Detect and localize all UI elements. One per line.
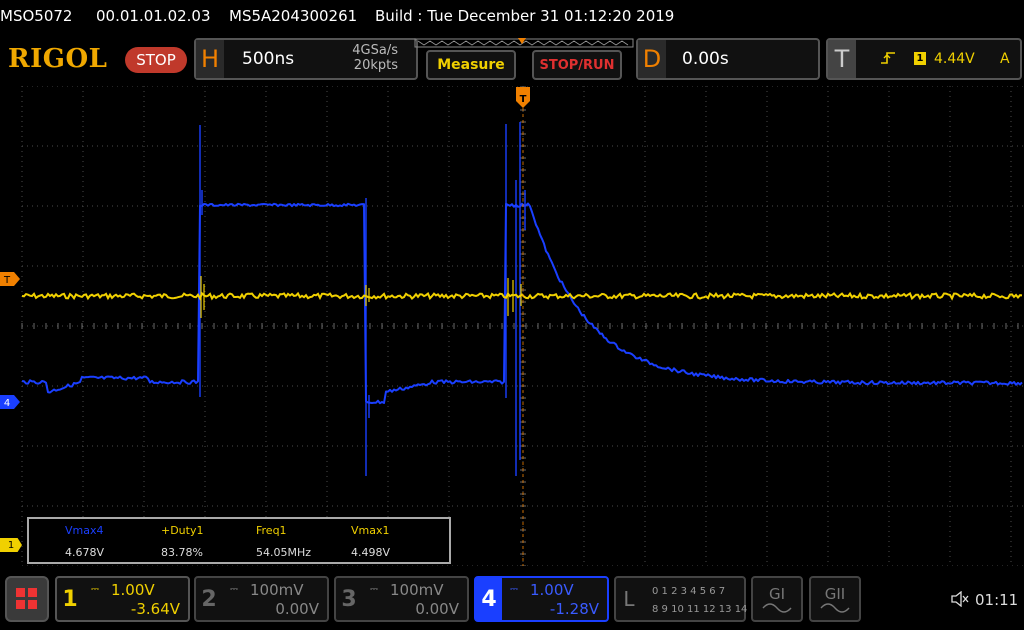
serial-number: MS5A204300261 — [229, 7, 358, 25]
trigger-source-badge: 1 — [914, 52, 926, 65]
ch4-ground-marker[interactable]: 4 — [0, 395, 20, 409]
meas-value-4: 4.498V — [351, 546, 391, 559]
run-status-badge: STOP — [125, 47, 187, 73]
rigol-logo: RIGOL — [8, 44, 108, 74]
sample-rate: 4GSa/s — [352, 43, 398, 58]
horizontal-label: H — [196, 40, 224, 78]
dc-coupling-icon: ⎓ — [230, 584, 238, 595]
firmware-version: 00.01.01.02.03 — [96, 7, 211, 25]
measurement-panel[interactable]: Vmax4 4.678V +Duty1 83.78% Freq1 54.05MH… — [27, 517, 451, 564]
memory-position-indicator — [414, 38, 634, 48]
channel-4-scale: 1.00V — [530, 581, 574, 599]
trigger-level-marker-label: T — [3, 275, 11, 286]
dc-coupling-icon: ⎓ — [370, 584, 378, 595]
sample-rate-info: 4GSa/s 20kpts — [352, 43, 398, 73]
ch1-reference-marker: 1 — [0, 538, 22, 552]
logic-label: L — [623, 587, 635, 611]
logic-channels-panel[interactable]: L 0 1 2 3 4 5 6 7 8 9 10 11 12 13 14 15 — [614, 576, 763, 622]
channel-1-offset: -3.64V — [130, 600, 180, 618]
delay-value: 0.00s — [682, 49, 729, 69]
channel-3-scale: 100mV — [390, 581, 444, 599]
channel-3-panel[interactable]: 3 ⎓ 100mV 0.00V — [334, 576, 469, 622]
meas-label-1: Vmax4 — [65, 524, 104, 537]
trigger-level-marker[interactable]: T — [0, 272, 20, 286]
logic-row-2: 8 9 10 11 12 13 14 15 — [652, 604, 764, 615]
ch1-trace — [21, 291, 1023, 301]
waveform-display[interactable]: T T 4 — [0, 86, 1024, 566]
bottom-channel-bar: 1 ⎓ 1.00V -3.64V 2 ⎓ 100mV 0.00V 3 ⎓ 100… — [0, 572, 1024, 630]
speaker-muted-icon[interactable] — [950, 590, 970, 611]
model-name: MSO5072 — [0, 7, 73, 25]
trigger-level: 4.44V — [934, 51, 975, 67]
trigger-label: T — [828, 40, 856, 78]
build-info: Build : Tue December 31 01:12:20 2019 — [375, 7, 675, 25]
logic-row-1: 0 1 2 3 4 5 6 7 — [652, 586, 726, 597]
generator-1-button[interactable]: GI — [751, 576, 803, 622]
title-bar: MSO5072 00.01.01.02.03 MS5A204300261 Bui… — [0, 0, 1024, 34]
channel-2-panel[interactable]: 2 ⎓ 100mV 0.00V — [194, 576, 329, 622]
channel-3-offset: 0.00V — [415, 600, 459, 618]
measure-button[interactable]: Measure — [426, 50, 516, 80]
meas-label-3: Freq1 — [256, 524, 287, 537]
channel-1-panel[interactable]: 1 ⎓ 1.00V -3.64V — [55, 576, 190, 622]
trigger-mode: A — [1000, 51, 1010, 67]
channel-2-scale: 100mV — [250, 581, 304, 599]
sine-wave-icon — [762, 603, 792, 613]
meas-label-4: Vmax1 — [351, 524, 390, 537]
ch4-trace — [21, 202, 1023, 405]
meas-value-1: 4.678V — [65, 546, 105, 559]
meas-label-2: +Duty1 — [161, 524, 204, 537]
ch4-spikes — [199, 122, 526, 476]
channel-4-offset: -1.28V — [549, 600, 599, 618]
channel-4-number: 4 — [476, 578, 502, 620]
dc-coupling-icon: ⎓ — [510, 584, 518, 595]
memory-depth: 20kpts — [353, 58, 398, 73]
rising-edge-icon — [880, 50, 896, 70]
svg-text:T: T — [520, 94, 527, 105]
channel-2-number: 2 — [201, 586, 217, 612]
generator-1-label: GI — [768, 585, 786, 603]
dc-coupling-icon: ⎓ — [91, 584, 99, 595]
trigger-panel[interactable]: T 1 4.44V A — [826, 38, 1022, 80]
meas-value-2: 83.78% — [161, 546, 203, 559]
channel-3-number: 3 — [341, 586, 357, 612]
top-control-bar: RIGOL STOP H 500ns 4GSa/s 20kpts Measure… — [0, 36, 1024, 84]
horizontal-panel[interactable]: H 500ns 4GSa/s 20kpts — [194, 38, 418, 80]
system-clock: 01:11 — [975, 591, 1019, 609]
ch1-ringing — [200, 276, 522, 318]
meas-value-3: 54.05MHz — [256, 546, 312, 559]
generator-2-label: GII — [824, 585, 846, 603]
channel-4-panel[interactable]: 4 ⎓ 1.00V -1.28V — [474, 576, 609, 622]
channel-2-offset: 0.00V — [275, 600, 319, 618]
grid-menu-icon — [16, 588, 37, 609]
stop-run-button[interactable]: STOP/RUN — [532, 50, 622, 80]
generator-2-button[interactable]: GII — [809, 576, 861, 622]
main-menu-button[interactable] — [5, 576, 49, 622]
sine-wave-icon — [820, 603, 850, 613]
channel-1-scale: 1.00V — [111, 581, 155, 599]
channel-1-number: 1 — [62, 586, 78, 612]
ch4-marker-label: 4 — [4, 398, 10, 409]
timebase-value: 500ns — [242, 49, 295, 69]
delay-panel[interactable]: D 0.00s — [636, 38, 820, 80]
delay-label: D — [638, 40, 666, 78]
